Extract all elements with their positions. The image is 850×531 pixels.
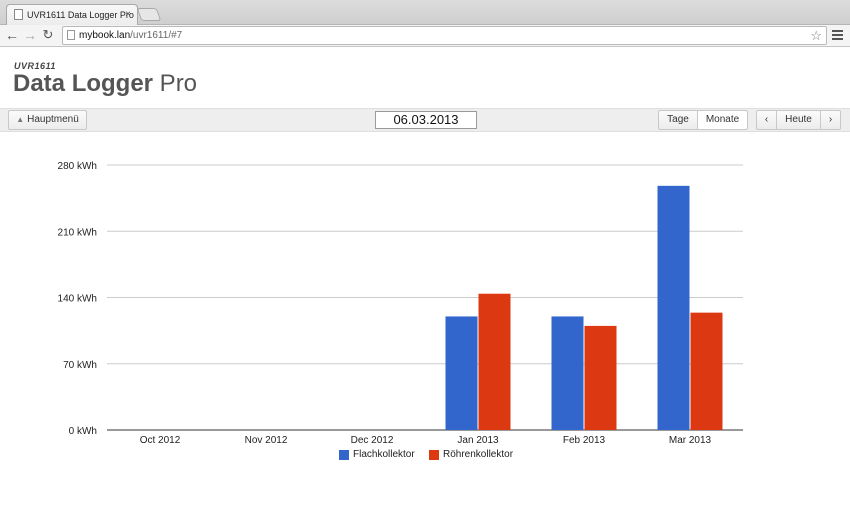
home-icon: ▲: [16, 115, 25, 124]
browser-toolbar: ← → ↻ mybook.lan/uvr1611/#7 ☆: [0, 25, 850, 47]
y-tick-label: 0 kWh: [69, 426, 97, 437]
bar-flachkollektor[interactable]: [657, 185, 690, 430]
bar-r-hrenkollektor[interactable]: [478, 293, 511, 430]
page-icon: [14, 9, 23, 20]
url-path: /uvr1611/#7: [130, 30, 183, 41]
x-tick-label: Jan 2013: [457, 435, 499, 446]
x-tick-label: Dec 2012: [351, 435, 394, 446]
bar-r-hrenkollektor[interactable]: [584, 325, 617, 430]
title-light: Pro: [153, 70, 198, 97]
bar-r-hrenkollektor[interactable]: [690, 312, 723, 430]
page-title: Data Logger Pro: [13, 70, 197, 98]
prev-button[interactable]: ‹: [756, 110, 777, 130]
back-arrow-icon[interactable]: ←: [4, 27, 20, 43]
monthly-energy-chart: 0 kWh 70 kWh 140 kWh 210 kWh 280 kWh Oct 2012…: [58, 161, 743, 446]
date-field[interactable]: 06.03.2013: [375, 111, 477, 129]
bar-flachkollektor[interactable]: [445, 316, 478, 430]
legend-label[interactable]: Röhrenkollektor: [443, 449, 513, 460]
x-tick-label: Nov 2012: [245, 435, 288, 446]
x-tick-label: Mar 2013: [669, 435, 712, 446]
y-tick-label: 70 kWh: [63, 360, 97, 371]
reload-icon[interactable]: ↻: [40, 27, 56, 43]
y-tick-label: 210 kWh: [58, 227, 97, 238]
x-tick-label: Oct 2012: [140, 435, 181, 446]
forward-arrow-icon[interactable]: →: [22, 27, 38, 43]
main-menu-label: Hauptmenü: [27, 114, 79, 125]
y-tick-label: 140 kWh: [58, 294, 97, 305]
page-icon: [67, 30, 75, 40]
main-menu-button[interactable]: ▲ Hauptmenü: [8, 110, 87, 130]
title-bold: Data Logger: [13, 70, 154, 97]
browser-tabstrip: UVR1611 Data Logger Pro ×: [0, 0, 850, 25]
url-host: mybook.lan: [79, 30, 131, 41]
tab-title: UVR1611 Data Logger Pro: [27, 10, 134, 20]
today-button[interactable]: Heute: [776, 110, 821, 130]
legend-swatch: [339, 450, 349, 460]
new-tab-button[interactable]: [136, 8, 162, 21]
legend-label[interactable]: Flachkollektor: [353, 449, 415, 460]
y-tick-label: 280 kWh: [58, 161, 97, 172]
browser-tab[interactable]: UVR1611 Data Logger Pro ×: [6, 4, 138, 25]
control-bar: ▲ Hauptmenü 06.03.2013 Tage Monate ‹ Heut…: [0, 108, 850, 132]
x-tick-label: Feb 2013: [563, 435, 606, 446]
hamburger-menu-icon[interactable]: [832, 30, 843, 40]
bar-flachkollektor[interactable]: [551, 316, 584, 430]
months-button[interactable]: Monate: [697, 110, 748, 130]
legend-swatch: [429, 450, 439, 460]
address-bar[interactable]: mybook.lan/uvr1611/#7 ☆: [62, 26, 827, 45]
days-button[interactable]: Tage: [658, 110, 698, 130]
bookmark-star-icon[interactable]: ☆: [810, 27, 822, 44]
tab-close-icon[interactable]: ×: [125, 5, 131, 25]
next-button[interactable]: ›: [820, 110, 841, 130]
